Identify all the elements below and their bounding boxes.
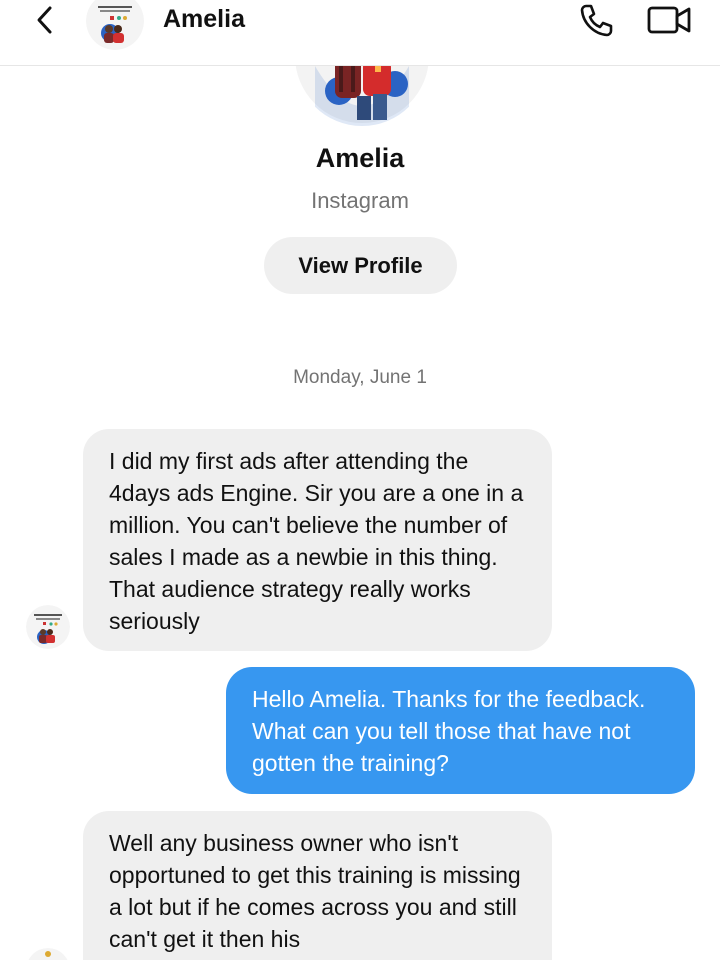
back-button[interactable]	[30, 2, 62, 38]
profile-name: Amelia	[315, 143, 405, 173]
view-profile-button[interactable]: View Profile	[264, 237, 457, 294]
video-call-button[interactable]	[645, 2, 695, 38]
date-separator: Monday, June 1	[293, 367, 427, 388]
incoming-message[interactable]: I did my first ads after attending the 4…	[83, 429, 552, 651]
header-avatar[interactable]	[86, 0, 144, 50]
chat-header: Amelia	[0, 0, 720, 66]
video-camera-icon	[647, 6, 691, 34]
contact-avatar[interactable]	[26, 605, 70, 649]
call-button[interactable]	[577, 0, 617, 40]
chevron-left-icon	[37, 6, 52, 34]
incoming-message[interactable]: Well any business owner who isn't opport…	[83, 811, 552, 960]
phone-icon	[580, 4, 613, 37]
contact-name[interactable]: Amelia	[163, 5, 245, 34]
outgoing-message[interactable]: Hello Amelia. Thanks for the feedback. W…	[226, 667, 695, 794]
profile-source-label: Instagram	[311, 188, 409, 213]
contact-avatar[interactable]	[26, 948, 70, 960]
